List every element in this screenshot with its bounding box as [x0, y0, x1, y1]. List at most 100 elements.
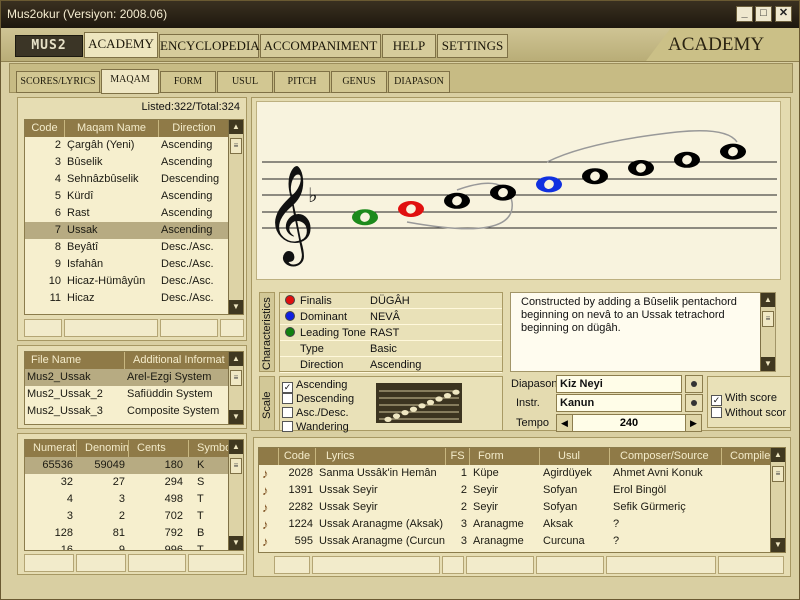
maqam-direction: Descending — [161, 173, 220, 185]
scale-option-label: Wandering — [296, 421, 349, 433]
col-file-name[interactable]: File Name — [25, 352, 125, 369]
tab-form[interactable]: FORM — [160, 71, 216, 93]
scroll-thumb[interactable]: ≡ — [762, 311, 774, 327]
table-row[interactable]: Mus2_Ussak Arel-Ezgi System — [25, 369, 230, 386]
table-row[interactable]: 3 Bûselik Ascending — [25, 154, 230, 171]
table-row[interactable]: 9 Isfahân Desc./Asc. — [25, 256, 230, 273]
tab-usul[interactable]: USUL — [217, 71, 273, 93]
col-compiler[interactable]: Compile — [722, 448, 772, 465]
checkbox-box[interactable]: ✓ — [282, 382, 293, 393]
score-note-icon[interactable]: ♪ — [262, 533, 278, 550]
maximize-button[interactable]: □ — [755, 6, 772, 22]
table-row[interactable]: 5 Kürdî Ascending — [25, 188, 230, 205]
table-row[interactable]: 4 Sehnâzbûselik Descending — [25, 171, 230, 188]
col-fs[interactable]: FS — [446, 448, 470, 465]
scroll-up-arrow-icon[interactable]: ▲ — [229, 440, 243, 454]
table-row[interactable]: Mus2_Ussak_3 Composite System — [25, 403, 230, 420]
table-row[interactable]: 11 Hicaz Desc./Asc. — [25, 290, 230, 307]
diapason-field[interactable]: Kiz Neyi — [556, 375, 682, 393]
table-row[interactable]: ♪ 595 Ussak Aranagme (Curcuna 3 Aranagme Curc… — [259, 533, 772, 550]
tab-pitch[interactable]: PITCH — [274, 71, 330, 93]
tab-encyclopedia[interactable]: ENCYCLOPEDIA — [159, 34, 260, 58]
col-numerator[interactable]: Numerat — [25, 440, 77, 457]
scroll-up-arrow-icon[interactable]: ▲ — [761, 293, 775, 307]
checkbox-box[interactable] — [282, 407, 293, 418]
maqam-scrollbar[interactable]: ▲ ≡ ▼ — [228, 120, 243, 314]
table-row[interactable]: 2 Çargâh (Yeni) Ascending — [25, 137, 230, 154]
scroll-thumb[interactable]: ≡ — [230, 458, 242, 474]
table-row[interactable]: 65536 59049 180 K — [25, 457, 230, 474]
table-row[interactable]: 32 27 294 S — [25, 474, 230, 491]
scale-option-checkbox[interactable]: Wandering — [282, 421, 349, 435]
instrument-field[interactable]: Kanun — [556, 394, 682, 412]
score-note-icon[interactable]: ♪ — [262, 482, 278, 499]
scroll-down-arrow-icon[interactable]: ▼ — [761, 357, 775, 371]
tempo-increase-icon[interactable]: ▶ — [685, 415, 701, 431]
col-usul[interactable]: Usul — [540, 448, 610, 465]
table-row[interactable]: 128 81 792 B — [25, 525, 230, 542]
tab-settings[interactable]: SETTINGS — [437, 34, 508, 58]
works-scrollbar[interactable]: ▲ ≡ ▼ — [770, 448, 785, 552]
col-composer-source[interactable]: Composer/Source — [610, 448, 722, 465]
tempo-decrease-icon[interactable]: ◀ — [557, 415, 573, 431]
col-maqam-name[interactable]: Maqam Name — [65, 120, 159, 137]
scroll-down-arrow-icon[interactable]: ▼ — [771, 538, 785, 552]
instrument-select-button[interactable] — [685, 394, 703, 412]
tempo-spinner[interactable]: ◀ 240 ▶ — [556, 414, 702, 432]
table-row[interactable]: 4 3 498 T — [25, 491, 230, 508]
col-form[interactable]: Form — [470, 448, 540, 465]
table-row[interactable]: 3 2 702 T — [25, 508, 230, 525]
table-row[interactable]: ♪ 2028 Sanma Ussâk'in Hemân 1 Küpe Agirdüyek A… — [259, 465, 772, 482]
scroll-down-arrow-icon[interactable]: ▼ — [229, 300, 243, 314]
minimize-button[interactable]: _ — [736, 6, 753, 22]
score-note-icon[interactable]: ♪ — [262, 465, 278, 482]
ratios-scrollbar[interactable]: ▲ ≡ ▼ — [228, 440, 243, 550]
col-work-code[interactable]: Code — [279, 448, 316, 465]
col-denominator[interactable]: Denomin — [77, 440, 129, 457]
col-lyrics[interactable]: Lyrics — [316, 448, 446, 465]
main-tab-bar: MUS2 ACADEMY ENCYCLOPEDIA ACCOMPANIMENT … — [1, 28, 799, 62]
scroll-up-arrow-icon[interactable]: ▲ — [229, 120, 243, 134]
table-row[interactable]: 6 Rast Ascending — [25, 205, 230, 222]
table-row[interactable]: 8 Beyâtî Desc./Asc. — [25, 239, 230, 256]
tab-maqam[interactable]: MAQAM — [101, 69, 159, 94]
description-scrollbar[interactable]: ▲ ≡ ▼ — [760, 293, 775, 371]
checkbox-box[interactable] — [282, 421, 293, 432]
tab-genus[interactable]: GENUS — [331, 71, 387, 93]
col-direction[interactable]: Direction — [159, 120, 230, 137]
scroll-down-arrow-icon[interactable]: ▼ — [229, 536, 243, 550]
tab-help[interactable]: HELP — [382, 34, 436, 58]
close-button[interactable]: ✕ — [775, 6, 792, 22]
table-row[interactable]: Mus2_Ussak_2 Safiüddin System — [25, 386, 230, 403]
tab-accompaniment[interactable]: ACCOMPANIMENT — [260, 34, 381, 58]
table-row[interactable]: ♪ 1224 Ussak Aranagme (Aksak) 3 Aranagme Aksa… — [259, 516, 772, 533]
col-code[interactable]: Code — [25, 120, 65, 137]
scale-option-checkbox[interactable]: Asc./Desc. — [282, 407, 349, 421]
without-score-checkbox[interactable]: Without scor — [711, 407, 786, 421]
scroll-thumb[interactable]: ≡ — [230, 370, 242, 386]
score-note-icon[interactable]: ♪ — [262, 499, 278, 516]
files-scrollbar[interactable]: ▲ ≡ ▼ — [228, 352, 243, 424]
tab-academy[interactable]: ACADEMY — [84, 32, 158, 58]
score-note-icon[interactable]: ♪ — [262, 516, 278, 533]
col-symbol[interactable]: Symbo — [189, 440, 230, 457]
with-score-checkbox[interactable]: ✓ With score — [711, 392, 777, 406]
table-row[interactable]: 10 Hicaz-Hümâyûn Desc./Asc. — [25, 273, 230, 290]
tab-scores-lyrics[interactable]: SCORES/LYRICS — [16, 71, 100, 93]
table-row[interactable]: ♪ 1391 Ussak Seyir 2 Seyir Sofyan Erol Bingöl — [259, 482, 772, 499]
scroll-up-arrow-icon[interactable]: ▲ — [229, 352, 243, 366]
scroll-thumb[interactable]: ≡ — [772, 466, 784, 482]
table-row[interactable]: 16 9 996 T — [25, 542, 230, 550]
scroll-up-arrow-icon[interactable]: ▲ — [771, 448, 785, 462]
scale-option-checkbox[interactable]: Descending — [282, 393, 354, 407]
col-cents[interactable]: Cents — [129, 440, 189, 457]
scale-option-checkbox[interactable]: ✓ Ascending — [282, 379, 347, 393]
tab-diapason[interactable]: DIAPASON — [388, 71, 450, 93]
scroll-down-arrow-icon[interactable]: ▼ — [229, 410, 243, 424]
checkbox-box[interactable] — [282, 393, 293, 404]
table-row[interactable]: 7 Ussak Ascending — [25, 222, 230, 239]
scroll-thumb[interactable]: ≡ — [230, 138, 242, 154]
col-additional-info[interactable]: Additional Informat — [125, 352, 230, 369]
table-row[interactable]: ♪ 2282 Ussak Seyir 2 Seyir Sofyan Sefik Gürmer… — [259, 499, 772, 516]
diapason-select-button[interactable] — [685, 375, 703, 393]
